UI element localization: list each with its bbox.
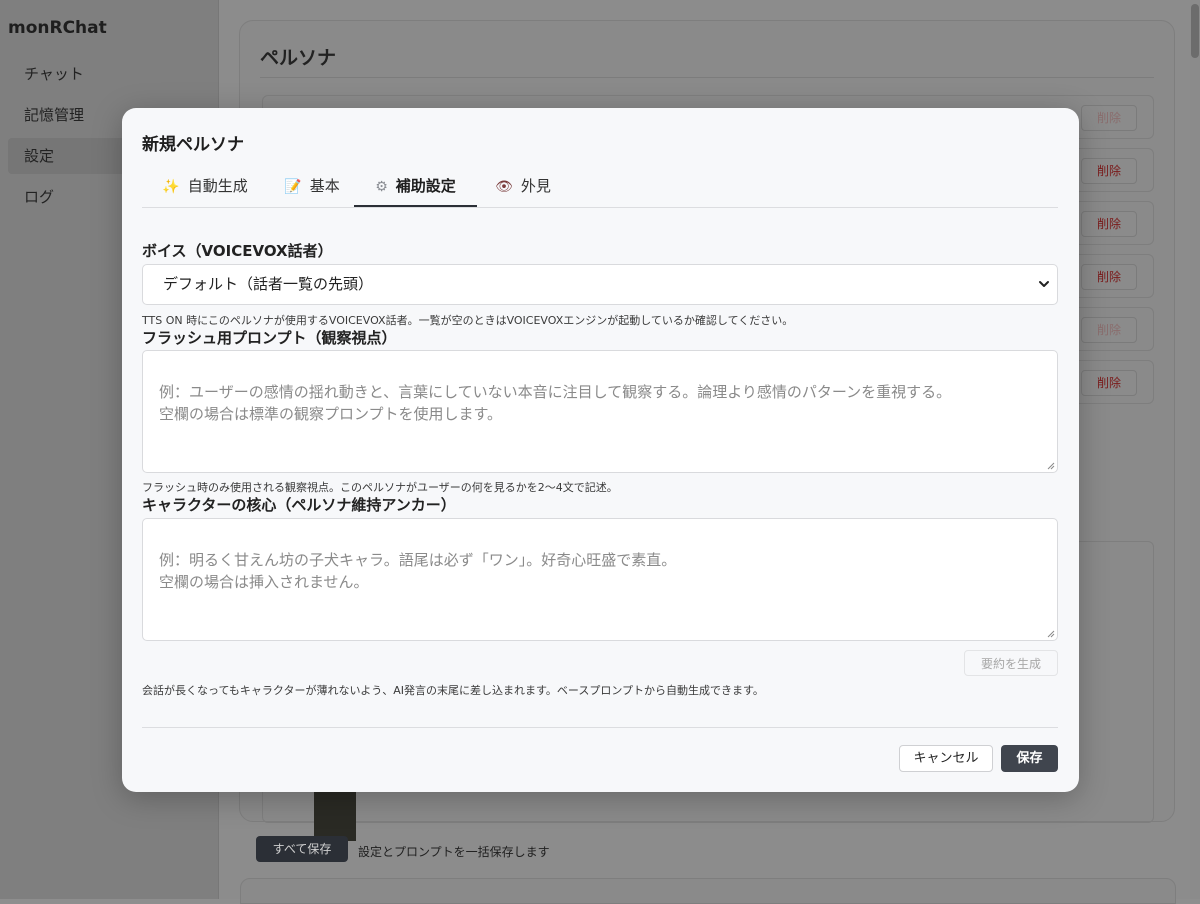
save-all-note: 設定とプロンプトを一括保存します — [358, 845, 550, 859]
resize-handle-icon[interactable] — [1047, 462, 1055, 470]
save-all-button[interactable]: すべて保存 — [256, 836, 348, 862]
cancel-button[interactable]: キャンセル — [899, 745, 993, 772]
sidebar-item-chat[interactable]: チャット — [8, 56, 208, 92]
scrollbar-thumb[interactable] — [1191, 4, 1199, 58]
delete-button[interactable]: 削除 — [1081, 264, 1137, 290]
tab-bar: ✨ 自動生成 📝 基本 ⚙ 補助設定 👁 外見 — [142, 170, 1058, 208]
eye-icon: 👁 — [495, 179, 513, 195]
tab-label: 自動生成 — [187, 177, 248, 195]
memo-icon: 📝 — [284, 179, 302, 195]
delete-button[interactable]: 削除 — [1081, 158, 1137, 184]
character-core-help-text: 会話が長くなってもキャラクターが薄れないよう、AI発言の末尾に差し込まれます。ベ… — [142, 684, 764, 697]
tab-basic[interactable]: 📝 基本 — [283, 170, 341, 206]
delete-button[interactable]: 削除 — [1081, 317, 1137, 343]
chevron-down-icon — [1039, 281, 1049, 287]
flash-prompt-placeholder: 例：ユーザーの感情の揺れ動きと、言葉にしていない本音に注目して観察する。論理より… — [159, 383, 952, 423]
panel-title: ペルソナ — [260, 47, 337, 69]
flash-prompt-label: フラッシュ用プロンプト（観察視点） — [142, 329, 397, 347]
voice-select[interactable]: デフォルト（話者一覧の先頭） — [142, 264, 1058, 305]
delete-button[interactable]: 削除 — [1081, 211, 1137, 237]
tab-appearance[interactable]: 👁 外見 — [492, 170, 554, 206]
tab-auto-generate[interactable]: ✨ 自動生成 — [160, 170, 250, 206]
modal-title: 新規ペルソナ — [142, 135, 244, 155]
next-panel — [240, 878, 1176, 904]
sparkles-icon: ✨ — [162, 179, 180, 195]
scrollbar[interactable] — [1190, 0, 1200, 899]
app-title: monRChat — [8, 18, 107, 38]
generate-summary-button[interactable]: 要約を生成 — [964, 650, 1058, 676]
flash-prompt-textarea[interactable]: 例：ユーザーの感情の揺れ動きと、言葉にしていない本音に注目して観察する。論理より… — [142, 350, 1058, 473]
tab-auxiliary-settings[interactable]: ⚙ 補助設定 — [354, 170, 477, 207]
footer-divider — [142, 727, 1058, 728]
panel-divider — [260, 77, 1154, 78]
tab-label: 基本 — [309, 177, 340, 195]
character-core-textarea[interactable]: 例：明るく甘えん坊の子犬キャラ。語尾は必ず「ワン」。好奇心旺盛で素直。 空欄の場… — [142, 518, 1058, 641]
resize-handle-icon[interactable] — [1047, 630, 1055, 638]
delete-button[interactable]: 削除 — [1081, 105, 1137, 131]
voice-select-value: デフォルト（話者一覧の先頭） — [163, 275, 374, 293]
gear-icon: ⚙ — [375, 179, 388, 195]
tab-label: 補助設定 — [395, 177, 456, 195]
delete-button[interactable]: 削除 — [1081, 370, 1137, 396]
voice-label: ボイス（VOICEVOX話者） — [142, 242, 333, 260]
save-button[interactable]: 保存 — [1001, 745, 1058, 772]
flash-prompt-help-text: フラッシュ時のみ使用される観察視点。このペルソナがユーザーの何を見るかを2〜4文… — [142, 481, 618, 494]
character-core-placeholder: 例：明るく甘えん坊の子犬キャラ。語尾は必ず「ワン」。好奇心旺盛で素直。 空欄の場… — [159, 551, 677, 591]
tab-label: 外見 — [520, 177, 551, 195]
voice-help-text: TTS ON 時にこのペルソナが使用するVOICEVOX話者。一覧が空のときはV… — [142, 314, 794, 327]
new-persona-modal: 新規ペルソナ ✨ 自動生成 📝 基本 ⚙ 補助設定 👁 外見 ボイス（VOICEVOX話… — [122, 108, 1079, 792]
character-core-label: キャラクターの核心（ペルソナ維持アンカー） — [142, 496, 456, 514]
